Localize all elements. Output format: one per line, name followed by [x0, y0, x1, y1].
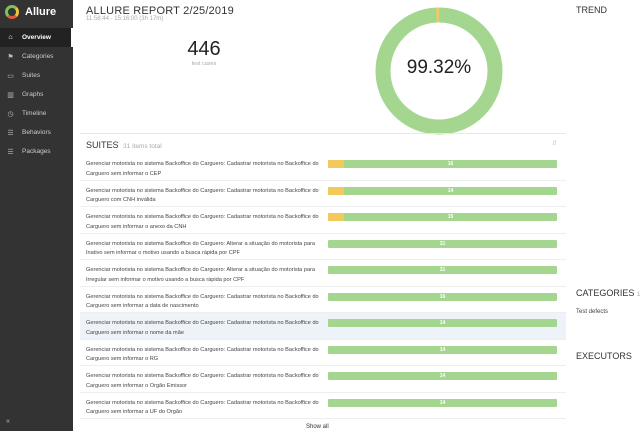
align-left-icon: ☰	[7, 148, 14, 156]
suite-name: Gerenciar motorista no sistema Backoffic…	[86, 267, 316, 283]
suite-name: Gerenciar motorista no sistema Backoffic…	[86, 161, 319, 177]
category-item[interactable]: Test defects	[576, 309, 608, 315]
categories-count: 1 c	[636, 291, 642, 298]
suite-row[interactable]: Gerenciar motorista no sistema Backoffic…	[80, 234, 566, 260]
sidebar-item-label: Timeline	[22, 110, 47, 117]
passed-segment: 14	[328, 372, 557, 380]
suite-status-bar: 14	[328, 345, 557, 354]
suites-list: Gerenciar motorista no sistema Backoffic…	[80, 154, 566, 419]
section-divider	[80, 133, 566, 134]
allure-logo-icon	[5, 5, 19, 19]
suites-subtitle: 31 items total	[123, 143, 162, 150]
suite-name: Gerenciar motorista no sistema Backoffic…	[86, 293, 319, 310]
passed-segment: 31	[328, 266, 557, 274]
executors-title: EXECUTORS	[576, 351, 632, 361]
success-rate-percent: 99.32%	[406, 57, 472, 78]
suite-name: Gerenciar motorista no sistema Backoffic…	[86, 399, 319, 416]
suite-status-bar: 14	[328, 398, 557, 407]
suite-row[interactable]: Gerenciar motorista no sistema Backoffic…	[80, 313, 566, 340]
test-case-count-label: test cases	[191, 61, 217, 67]
passed-segment: 16	[328, 292, 557, 301]
passed-segment: 16	[344, 160, 557, 168]
suite-row[interactable]: Gerenciar motorista no sistema Backoffic…	[80, 260, 566, 287]
passed-segment: 14	[328, 345, 557, 354]
sidebar-item-timeline[interactable]: ◷ Timeline	[0, 104, 73, 123]
sidebar-item-label: Categories	[22, 53, 54, 60]
report-time-range: 11:58:44 - 15:16:00 (3h 17m)	[86, 16, 164, 22]
show-all-link[interactable]: Show all	[306, 424, 329, 430]
suite-row[interactable]: Gerenciar motorista no sistema Backoffic…	[80, 340, 566, 366]
sidebar-item-behaviors[interactable]: ☰ Behaviors	[0, 123, 73, 142]
broken-segment	[328, 213, 345, 221]
categories-heading: CATEGORIES 1 c	[576, 288, 642, 298]
suite-row[interactable]: Gerenciar motorista no sistema Backoffic…	[80, 366, 566, 393]
suite-name: Gerenciar motorista no sistema Backoffic…	[86, 320, 319, 336]
passed-segment: 14	[344, 186, 557, 195]
sort-icon[interactable]: ⇵	[552, 140, 557, 147]
bar-chart-icon: ▥	[7, 91, 14, 99]
sidebar-item-label: Graphs	[22, 91, 44, 98]
suite-status-bar: 31	[328, 239, 557, 248]
brand[interactable]: Allure	[0, 0, 73, 24]
passed-segment: 14	[328, 319, 557, 327]
suite-status-bar: 14	[328, 319, 557, 327]
suite-status-bar: 16	[328, 292, 557, 301]
suite-row[interactable]: Gerenciar motorista no sistema Backoffic…	[80, 181, 566, 207]
passed-segment: 15	[344, 213, 557, 221]
sidebar-item-label: Packages	[22, 148, 51, 155]
trend-title: TREND	[576, 5, 607, 15]
suite-name: Gerenciar motorista no sistema Backoffic…	[86, 346, 319, 363]
flag-icon: ⚑	[7, 53, 14, 61]
suite-status-bar: 15	[328, 213, 557, 221]
collapse-sidebar-icon[interactable]: «	[6, 418, 10, 425]
suite-status-bar: 14	[328, 186, 557, 195]
sidebar-item-graphs[interactable]: ▥ Graphs	[0, 85, 73, 104]
suite-status-bar: 16	[328, 160, 557, 168]
categories-title: CATEGORIES	[576, 288, 635, 298]
suite-name: Gerenciar motorista no sistema Backoffic…	[86, 240, 316, 257]
suite-row[interactable]: Gerenciar motorista no sistema Backoffic…	[80, 393, 566, 419]
sidebar-item-suites[interactable]: ▭ Suites	[0, 66, 73, 85]
allure-report: Allure ⌂ Overview ⚑ Categories ▭ Suites ▥ Graph…	[0, 0, 642, 431]
suite-row[interactable]: Gerenciar motorista no sistema Backoffic…	[80, 207, 566, 234]
suite-status-bar: 31	[328, 266, 557, 274]
suites-title: SUITES	[86, 140, 119, 150]
brand-name: Allure	[25, 6, 57, 18]
suite-name: Gerenciar motorista no sistema Backoffic…	[86, 214, 319, 230]
broken-segment	[328, 186, 345, 195]
suite-row[interactable]: Gerenciar motorista no sistema Backoffic…	[80, 287, 566, 313]
test-case-count: 446	[187, 38, 221, 60]
sidebar-item-label: Suites	[22, 72, 41, 79]
sidebar-item-overview[interactable]: ⌂ Overview	[0, 28, 73, 47]
passed-segment: 14	[328, 398, 557, 407]
sidebar: Allure ⌂ Overview ⚑ Categories ▭ Suites ▥ Graph…	[0, 0, 73, 431]
suite-row[interactable]: Gerenciar motorista no sistema Backoffic…	[80, 154, 566, 181]
suites-heading: SUITES 31 items total	[86, 140, 162, 150]
briefcase-icon: ▭	[7, 72, 14, 80]
home-icon: ⌂	[8, 34, 13, 41]
broken-segment	[328, 160, 345, 168]
sidebar-item-label: Behaviors	[22, 129, 51, 136]
sidebar-item-packages[interactable]: ☰ Packages	[0, 142, 73, 161]
passed-segment: 31	[328, 239, 557, 248]
list-icon: ☰	[7, 129, 14, 137]
sidebar-item-categories[interactable]: ⚑ Categories	[0, 47, 73, 66]
sidebar-item-label: Overview	[22, 34, 51, 41]
suite-name: Gerenciar motorista no sistema Backoffic…	[86, 187, 319, 204]
suite-status-bar: 14	[328, 372, 557, 380]
sidebar-nav: ⌂ Overview ⚑ Categories ▭ Suites ▥ Graphs ◷ Timel…	[0, 28, 73, 161]
clock-icon: ◷	[7, 110, 14, 118]
suite-name: Gerenciar motorista no sistema Backoffic…	[86, 373, 319, 389]
